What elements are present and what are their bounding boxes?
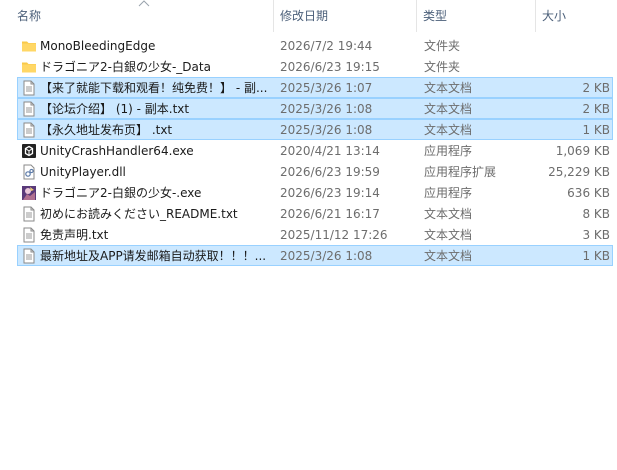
file-type: 文本文档: [424, 228, 473, 242]
file-name: 最新地址及APP请发邮箱自动获取！！！...: [40, 249, 267, 263]
file-type: 文本文档: [424, 102, 473, 116]
file-name: MonoBleedingEdge: [40, 39, 156, 53]
file-type: 文本文档: [424, 249, 473, 263]
column-header-type[interactable]: 类型: [418, 0, 533, 32]
file-date: 2025/3/26 1:08: [280, 123, 373, 137]
file-name: 【来了就能下载和观看！纯免费！】 - 副...: [40, 81, 268, 95]
file-date: 2026/6/23 19:59: [280, 165, 380, 179]
file-date: 2025/11/12 17:26: [280, 228, 388, 242]
column-header-bar: 名称 修改日期 类型 大小: [0, 0, 617, 32]
file-date: 2025/3/26 1:08: [280, 102, 373, 116]
file-row[interactable]: UnityPlayer.dll 2026/6/23 19:59 应用程序扩展 25,2…: [17, 161, 613, 182]
column-divider[interactable]: [416, 0, 417, 32]
file-name: UnityCrashHandler64.exe: [40, 144, 194, 158]
column-header-date[interactable]: 修改日期: [275, 0, 415, 32]
unity-exe-icon: [21, 143, 37, 159]
column-divider[interactable]: [273, 0, 274, 32]
file-row[interactable]: 【来了就能下载和观看！纯免费！】 - 副... 2025/3/26 1:07 文本文…: [17, 77, 613, 98]
file-name: UnityPlayer.dll: [40, 165, 126, 179]
game-exe-icon: [21, 185, 37, 201]
file-size: 8 KB: [582, 207, 610, 221]
file-list: MonoBleedingEdge 2026/7/2 19:44 文件夹 ドラゴニア2-…: [17, 35, 613, 266]
file-row[interactable]: ドラゴニア2-白銀の少女-.exe 2026/6/23 19:14 应用程序 636 …: [17, 182, 613, 203]
file-date: 2025/3/26 1:08: [280, 249, 373, 263]
dll-file-icon: [21, 164, 37, 180]
folder-icon: [21, 59, 37, 75]
file-size: 636 KB: [567, 186, 610, 200]
text-file-icon: [21, 80, 37, 96]
file-type: 应用程序: [424, 186, 473, 200]
file-type: 文件夹: [424, 39, 461, 53]
file-size: 2 KB: [582, 102, 610, 116]
folder-icon: [21, 38, 37, 54]
file-size: 1 KB: [582, 249, 610, 263]
file-size: 1,069 KB: [555, 144, 610, 158]
file-name: 【论坛介绍】 (1) - 副本.txt: [40, 102, 190, 116]
file-row[interactable]: UnityCrashHandler64.exe 2020/4/21 13:14 应用…: [17, 140, 613, 161]
file-name: ドラゴニア2-白銀の少女-.exe: [40, 186, 202, 200]
file-type: 应用程序扩展: [424, 165, 497, 179]
file-date: 2026/7/2 19:44: [280, 39, 373, 53]
file-row[interactable]: 【论坛介绍】 (1) - 副本.txt 2025/3/26 1:08 文本文档 2 K…: [17, 98, 613, 119]
file-date: 2025/3/26 1:07: [280, 81, 373, 95]
file-name: 初めにお読みください_README.txt: [40, 207, 238, 221]
text-file-icon: [21, 227, 37, 243]
text-file-icon: [21, 101, 37, 117]
column-header-size[interactable]: 大小: [537, 0, 617, 32]
file-date: 2026/6/21 16:17: [280, 207, 380, 221]
file-size: 2 KB: [582, 81, 610, 95]
file-size: 25,229 KB: [548, 165, 610, 179]
text-file-icon: [21, 206, 37, 222]
file-type: 应用程序: [424, 144, 473, 158]
file-date: 2020/4/21 13:14: [280, 144, 380, 158]
column-divider[interactable]: [535, 0, 536, 32]
file-type: 文本文档: [424, 207, 473, 221]
file-row[interactable]: 【永久地址发布页】 .txt 2025/3/26 1:08 文本文档 1 KB: [17, 119, 613, 140]
file-row[interactable]: 最新地址及APP请发邮箱自动获取！！！... 2025/3/26 1:08 文本文档…: [17, 245, 613, 266]
file-type: 文本文档: [424, 81, 473, 95]
file-row[interactable]: 免责声明.txt 2025/11/12 17:26 文本文档 3 KB: [17, 224, 613, 245]
file-row[interactable]: 初めにお読みください_README.txt 2026/6/21 16:17 文本文档…: [17, 203, 613, 224]
file-date: 2026/6/23 19:14: [280, 186, 380, 200]
file-size: 1 KB: [582, 123, 610, 137]
file-date: 2026/6/23 19:15: [280, 60, 380, 74]
file-name: ドラゴニア2-白銀の少女-_Data: [40, 60, 211, 74]
column-header-name[interactable]: 名称: [12, 0, 272, 32]
text-file-icon: [21, 248, 37, 264]
text-file-icon: [21, 122, 37, 138]
file-name: 免责声明.txt: [40, 228, 109, 242]
file-size: 3 KB: [582, 228, 610, 242]
file-type: 文件夹: [424, 60, 461, 74]
file-type: 文本文档: [424, 123, 473, 137]
file-row[interactable]: MonoBleedingEdge 2026/7/2 19:44 文件夹: [17, 35, 613, 56]
file-row[interactable]: ドラゴニア2-白銀の少女-_Data 2026/6/23 19:15 文件夹: [17, 56, 613, 77]
file-name: 【永久地址发布页】 .txt: [40, 123, 173, 137]
